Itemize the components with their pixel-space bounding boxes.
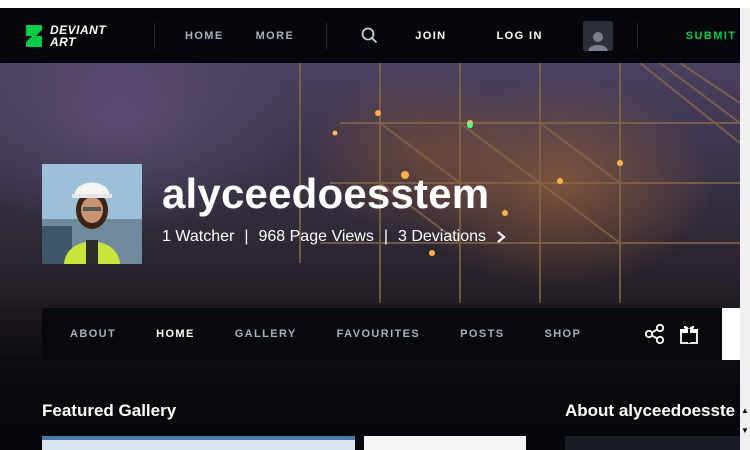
scroll-down-arrow-icon[interactable]: ▼ xyxy=(740,424,750,438)
logo-line-2: ART xyxy=(50,34,76,49)
user-avatar-button[interactable] xyxy=(582,20,613,51)
profile-tab-bar: ABOUT HOME GALLERY FAVOURITES POSTS SHOP xyxy=(42,308,722,360)
login-link[interactable]: LOG IN xyxy=(497,30,543,42)
user-avatar-icon xyxy=(587,31,608,51)
join-link[interactable]: JOIN xyxy=(415,30,446,42)
about-heading: About alyceedoesste xyxy=(565,401,736,420)
profile-stats[interactable]: 1 Watcher | 968 Page Views | 3 Deviation… xyxy=(162,228,506,246)
app-window: DEVIANT ART HOME MORE JOIN LOG IN SUBMIT xyxy=(0,0,750,450)
deviantart-logo[interactable]: DEVIANT ART xyxy=(24,21,150,51)
gift-icon[interactable] xyxy=(678,323,700,345)
logo-line-1: DEVIANT xyxy=(50,22,107,37)
stats-separator: | xyxy=(244,228,249,245)
nav-more-link[interactable]: MORE xyxy=(256,30,295,42)
deviations-count[interactable]: 3 Deviations xyxy=(398,228,486,246)
tab-shop[interactable]: SHOP xyxy=(544,328,581,340)
about-panel xyxy=(565,436,740,450)
profile-photo xyxy=(42,164,142,264)
submit-button[interactable]: SUBMIT xyxy=(686,30,737,42)
scrollbar[interactable] xyxy=(740,8,750,450)
stats-separator: | xyxy=(383,228,388,245)
tab-bar-actions xyxy=(644,308,722,360)
tab-gallery[interactable]: GALLERY xyxy=(235,328,297,340)
nav-divider xyxy=(326,22,328,49)
top-nav: DEVIANT ART HOME MORE JOIN LOG IN SUBMIT xyxy=(0,8,750,63)
gallery-thumbnail[interactable] xyxy=(364,436,526,450)
nav-home-link[interactable]: HOME xyxy=(185,30,224,42)
profile-username: alyceedoesstem xyxy=(162,170,490,217)
watchers-count[interactable]: 1 Watcher xyxy=(162,228,234,246)
thumbnail-top-band xyxy=(42,436,355,440)
nav-divider xyxy=(636,22,638,49)
chevron-right-icon[interactable] xyxy=(496,230,506,244)
featured-gallery-heading: Featured Gallery xyxy=(42,401,177,420)
nav-divider xyxy=(154,22,155,49)
page-views-count: 968 Page Views xyxy=(258,228,374,245)
search-icon xyxy=(361,27,377,44)
tab-posts[interactable]: POSTS xyxy=(460,328,504,340)
search-button[interactable] xyxy=(359,26,379,46)
logo-wordmark: DEVIANT ART xyxy=(50,24,106,48)
share-icon[interactable] xyxy=(644,323,666,345)
tab-favourites[interactable]: FAVOURITES xyxy=(337,328,420,340)
browser-top-edge xyxy=(0,0,750,8)
profile-avatar[interactable] xyxy=(42,164,142,264)
tab-home[interactable]: HOME xyxy=(156,328,195,340)
gallery-thumbnail[interactable] xyxy=(42,436,355,450)
tab-about[interactable]: ABOUT xyxy=(70,328,116,340)
scroll-up-arrow-icon[interactable]: ▲ xyxy=(740,404,750,418)
deviantart-logo-icon xyxy=(26,24,42,47)
